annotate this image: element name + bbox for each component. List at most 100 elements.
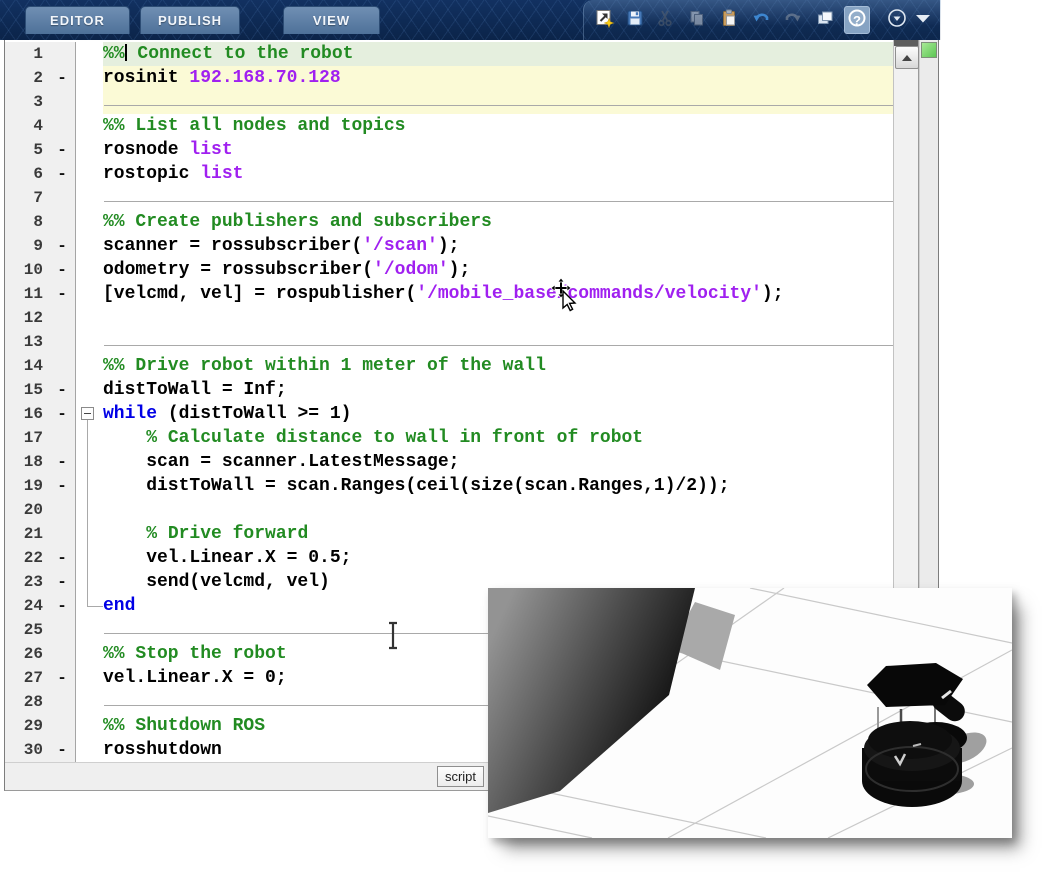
code-line[interactable]: 6- rostopic list — [5, 162, 893, 186]
code-text[interactable]: scanner = rossubscriber('/scan'); — [103, 234, 893, 258]
scroll-up-button[interactable] — [895, 46, 919, 69]
breakpoint-dash[interactable]: - — [49, 402, 76, 426]
new-document-button[interactable] — [591, 6, 617, 34]
code-token: odometry = rossubscriber( — [103, 260, 374, 280]
breakpoint-dash[interactable] — [49, 330, 76, 354]
help-button[interactable]: ? — [844, 6, 870, 34]
code-text[interactable]: %% List all nodes and topics — [103, 114, 893, 138]
code-text[interactable] — [103, 498, 893, 522]
code-line[interactable]: 21 % Drive forward — [5, 522, 893, 546]
breakpoint-dash[interactable] — [49, 714, 76, 738]
code-text[interactable]: rosnode list — [103, 138, 893, 162]
fold-toggle[interactable] — [81, 407, 94, 420]
code-line[interactable]: 16- while (distToWall >= 1) — [5, 402, 893, 426]
code-line[interactable]: 8 %% Create publishers and subscribers — [5, 210, 893, 234]
breakpoint-dash[interactable]: - — [49, 450, 76, 474]
code-line[interactable]: 2- rosinit 192.168.70.128 — [5, 66, 893, 90]
breakpoint-dash[interactable] — [49, 90, 76, 114]
breakpoint-dash[interactable]: - — [49, 738, 76, 762]
minimize-toolstrip-button[interactable] — [910, 6, 936, 34]
code-text[interactable]: odometry = rossubscriber('/odom'); — [103, 258, 893, 282]
breakpoint-dash[interactable] — [49, 498, 76, 522]
breakpoint-dash[interactable]: - — [49, 666, 76, 690]
breakpoint-dash[interactable] — [49, 426, 76, 450]
breakpoint-dash[interactable]: - — [49, 258, 76, 282]
code-text[interactable]: while (distToWall >= 1) — [103, 402, 893, 426]
tab-view[interactable]: VIEW — [283, 6, 380, 34]
code-text[interactable] — [103, 90, 893, 114]
code-line[interactable]: 20 — [5, 498, 893, 522]
code-line[interactable]: 3 — [5, 90, 893, 114]
breakpoint-dash[interactable] — [49, 306, 76, 330]
breakpoint-dash[interactable] — [49, 114, 76, 138]
breakpoint-dash[interactable] — [49, 186, 76, 210]
code-text[interactable]: scan = scanner.LatestMessage; — [103, 450, 893, 474]
code-text[interactable]: rosinit 192.168.70.128 — [103, 66, 893, 90]
code-analyzer-indicator[interactable] — [921, 42, 937, 58]
code-line[interactable]: 11- [velcmd, vel] = rospublisher('/mobile… — [5, 282, 893, 306]
fold-line — [87, 522, 88, 546]
breakpoint-dash[interactable] — [49, 690, 76, 714]
code-token: 192.168.70.128 — [189, 68, 341, 88]
code-text[interactable] — [103, 330, 893, 354]
resources-dropdown-button[interactable] — [884, 6, 910, 34]
breakpoint-dash[interactable]: - — [49, 162, 76, 186]
breakpoint-dash[interactable] — [49, 522, 76, 546]
code-line[interactable]: 1%% Connect to the robot — [5, 42, 893, 66]
code-text[interactable]: [velcmd, vel] = rospublisher('/mobile_ba… — [103, 282, 893, 306]
line-number: 4 — [5, 114, 49, 138]
tab-publish[interactable]: PUBLISH — [140, 6, 240, 34]
compare-windows-button[interactable] — [812, 6, 838, 34]
code-line[interactable]: 18- scan = scanner.LatestMessage; — [5, 450, 893, 474]
breakpoint-dash[interactable] — [49, 642, 76, 666]
tab-label: PUBLISH — [157, 13, 223, 28]
breakpoint-dash[interactable] — [49, 42, 76, 66]
code-line[interactable]: 5- rosnode list — [5, 138, 893, 162]
code-text[interactable]: rostopic list — [103, 162, 893, 186]
fold-margin — [76, 714, 103, 738]
code-line[interactable]: 10- odometry = rossubscriber('/odom'); — [5, 258, 893, 282]
code-line[interactable]: 17 % Calculate distance to wall in front… — [5, 426, 893, 450]
code-text[interactable] — [103, 306, 893, 330]
code-line[interactable]: 4 %% List all nodes and topics — [5, 114, 893, 138]
breakpoint-dash[interactable]: - — [49, 474, 76, 498]
breakpoint-dash[interactable]: - — [49, 66, 76, 90]
line-number: 28 — [5, 690, 49, 714]
code-line[interactable]: 22- vel.Linear.X = 0.5; — [5, 546, 893, 570]
fold-margin — [76, 426, 103, 450]
code-line[interactable]: 12 — [5, 306, 893, 330]
breakpoint-dash[interactable]: - — [49, 378, 76, 402]
code-line[interactable]: 7 — [5, 186, 893, 210]
breakpoint-dash[interactable]: - — [49, 546, 76, 570]
code-line[interactable]: 19- distToWall = scan.Ranges(ceil(size(s… — [5, 474, 893, 498]
code-text[interactable] — [103, 186, 893, 210]
code-line[interactable]: 14 %% Drive robot within 1 meter of the w… — [5, 354, 893, 378]
code-text[interactable]: % Drive forward — [103, 522, 893, 546]
code-text[interactable]: % Calculate distance to wall in front of… — [103, 426, 893, 450]
undo-button[interactable] — [748, 6, 774, 34]
breakpoint-dash[interactable]: - — [49, 570, 76, 594]
paste-button[interactable] — [716, 6, 742, 34]
code-text[interactable]: %% Connect to the robot — [103, 42, 893, 66]
save-button[interactable] — [622, 6, 648, 34]
code-text[interactable]: %% Drive robot within 1 meter of the wal… — [103, 354, 893, 378]
code-line[interactable]: 13 — [5, 330, 893, 354]
breakpoint-dash[interactable]: - — [49, 138, 76, 162]
breakpoint-dash[interactable] — [49, 354, 76, 378]
code-line[interactable]: 15- distToWall = Inf; — [5, 378, 893, 402]
breakpoint-dash[interactable] — [49, 618, 76, 642]
code-text[interactable]: %% Create publishers and subscribers — [103, 210, 893, 234]
tab-editor[interactable]: EDITOR — [25, 6, 130, 34]
code-text[interactable]: distToWall = scan.Ranges(ceil(size(scan.… — [103, 474, 893, 498]
fold-margin — [76, 642, 103, 666]
cut-button — [652, 6, 678, 34]
code-line[interactable]: 9- scanner = rossubscriber('/scan'); — [5, 234, 893, 258]
breakpoint-dash[interactable]: - — [49, 234, 76, 258]
breakpoint-dash[interactable]: - — [49, 282, 76, 306]
code-text[interactable]: vel.Linear.X = 0.5; — [103, 546, 893, 570]
code-text[interactable]: distToWall = Inf; — [103, 378, 893, 402]
redo-icon — [783, 8, 803, 33]
breakpoint-dash[interactable] — [49, 210, 76, 234]
breakpoint-dash[interactable]: - — [49, 594, 76, 618]
arrow-up-icon — [902, 54, 912, 61]
